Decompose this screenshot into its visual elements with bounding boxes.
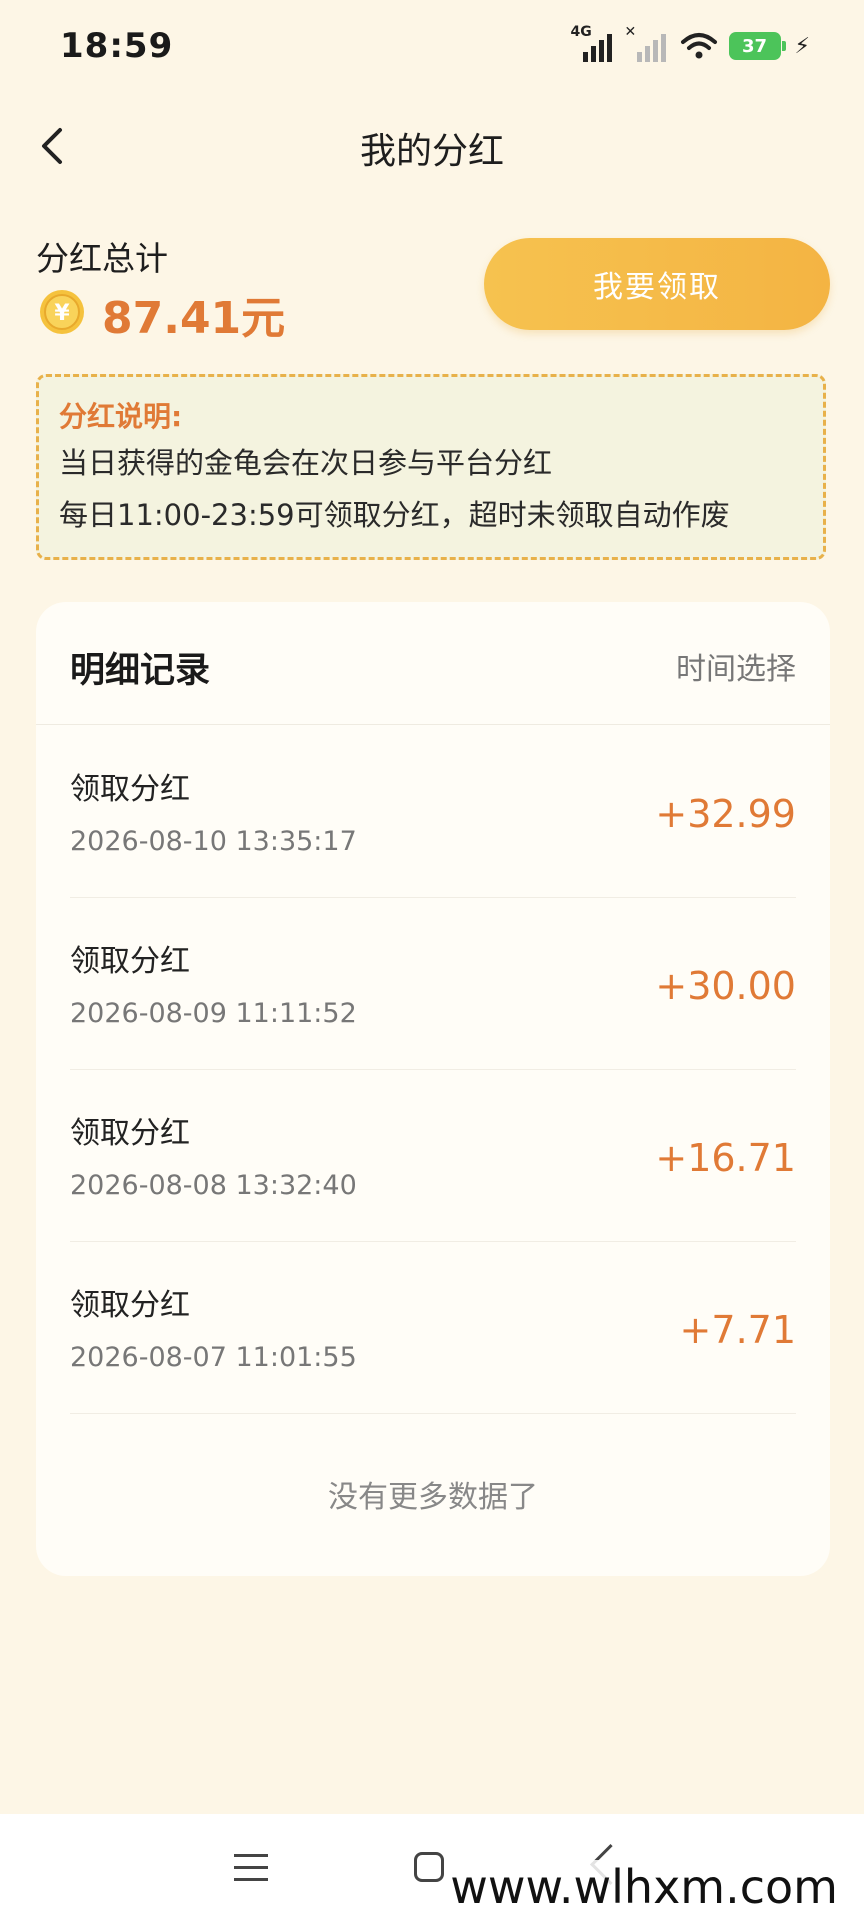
- wifi-icon: [680, 33, 717, 59]
- coin-icon: ¥: [40, 290, 84, 334]
- notice-line: 当日获得的金龟会在次日参与平台分红: [59, 446, 553, 480]
- record-title: 领取分红: [70, 1288, 190, 1323]
- record-title: 领取分红: [70, 772, 190, 807]
- notice-title: 分红说明:: [59, 400, 183, 433]
- record-amount: +7.71: [679, 1308, 796, 1352]
- record-time: 2026-08-10 13:35:17: [70, 826, 357, 857]
- status-icons: 4G ✕ 37 ⚡: [571, 24, 810, 66]
- records-card: 明细记录 时间选择 领取分红 2026-08-10 13:35:17 +32.9…: [36, 602, 830, 1576]
- home-icon[interactable]: [414, 1852, 444, 1882]
- time-select-button[interactable]: 时间选择: [676, 644, 796, 688]
- record-time: 2026-08-09 11:11:52: [70, 998, 357, 1029]
- dividend-notice: 分红说明: 当日获得的金龟会在次日参与平台分红 每日11:00-23:59可领取…: [36, 374, 826, 560]
- record-amount: +30.00: [655, 964, 796, 1008]
- dividend-total-label: 分红总计: [36, 239, 168, 278]
- record-time: 2026-08-08 13:32:40: [70, 1170, 357, 1201]
- record-title: 领取分红: [70, 944, 190, 979]
- menu-icon[interactable]: [234, 1854, 268, 1882]
- battery-icon: 37: [728, 32, 786, 60]
- no-more-data-text: 没有更多数据了: [328, 1480, 538, 1515]
- record-row: 领取分红 2026-08-08 13:32:40 +16.71: [70, 1070, 796, 1242]
- battery-level: 37: [742, 35, 768, 57]
- status-time: 18:59: [60, 26, 174, 66]
- header: 我的分红: [0, 100, 864, 192]
- record-row: 领取分红 2026-08-07 11:01:55 +7.71: [70, 1242, 796, 1414]
- divider: [70, 1413, 796, 1414]
- record-time: 2026-08-07 11:01:55: [70, 1342, 357, 1373]
- record-amount: +32.99: [655, 792, 796, 836]
- status-bar: 18:59 4G ✕ 37 ⚡: [0, 0, 864, 96]
- record-amount: +16.71: [655, 1136, 796, 1180]
- record-title: 领取分红: [70, 1116, 190, 1151]
- records-title: 明细记录: [70, 651, 211, 691]
- signal-sim2-icon: ✕: [625, 24, 669, 64]
- claim-button[interactable]: 我要领取: [484, 238, 830, 330]
- page-title: 我的分红: [359, 131, 504, 172]
- signal-4g-icon: 4G: [571, 24, 615, 64]
- record-row: 领取分红 2026-08-10 13:35:17 +32.99: [70, 726, 796, 898]
- record-row: 领取分红 2026-08-09 11:11:52 +30.00: [70, 898, 796, 1070]
- divider: [36, 724, 830, 725]
- dividend-total-amount: 87.41元: [102, 293, 286, 344]
- svg-text:¥: ¥: [54, 301, 70, 326]
- watermark: www.wlhxm.com: [444, 1860, 844, 1914]
- charging-icon: ⚡: [794, 33, 810, 59]
- notice-line: 每日11:00-23:59可领取分红，超时未领取自动作废: [59, 498, 730, 532]
